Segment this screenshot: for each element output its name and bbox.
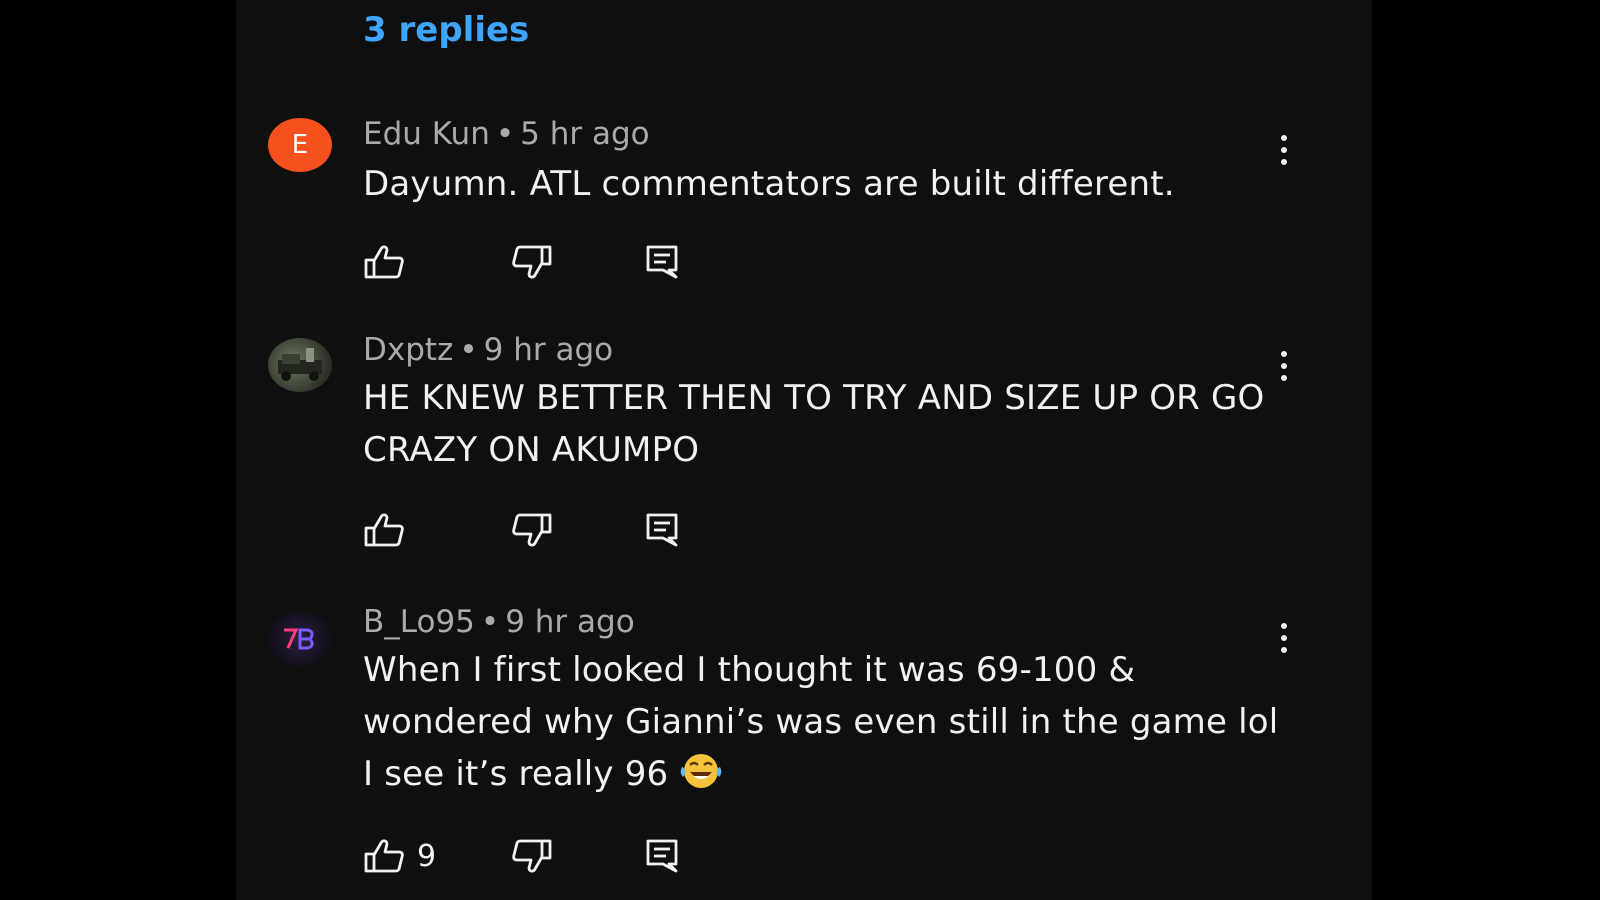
reply-icon bbox=[646, 513, 678, 547]
comment-menu-button[interactable] bbox=[1272, 130, 1296, 170]
thumbs-up-icon bbox=[364, 245, 404, 279]
comment-actions: 9 bbox=[363, 834, 783, 878]
reply-button[interactable] bbox=[645, 508, 679, 552]
dislike-button[interactable] bbox=[511, 240, 553, 284]
comment-time[interactable]: 5 hr ago bbox=[520, 116, 649, 152]
thumbs-down-icon bbox=[512, 839, 552, 873]
comment-meta: Edu Kun • 5 hr ago bbox=[363, 116, 650, 152]
more-vert-icon bbox=[1281, 135, 1287, 165]
comment-time[interactable]: 9 hr ago bbox=[505, 604, 634, 640]
thumbs-up-icon bbox=[364, 839, 404, 873]
comment-time[interactable]: 9 hr ago bbox=[484, 332, 613, 368]
comment-menu-button[interactable] bbox=[1272, 346, 1296, 386]
comment-actions bbox=[363, 240, 783, 284]
comment-text: When I first looked I thought it was 69-… bbox=[363, 644, 1293, 800]
comment-text-content: When I first looked I thought it was 69-… bbox=[363, 650, 1279, 794]
avatar-letter: E bbox=[291, 130, 309, 160]
comment-text: Dayumn. ATL commentators are built diffe… bbox=[363, 164, 1175, 204]
comment-meta: B_Lo95 • 9 hr ago bbox=[363, 604, 635, 640]
thumbs-down-icon bbox=[512, 245, 552, 279]
comment-author[interactable]: B_Lo95 bbox=[363, 604, 475, 640]
avatar-logo-image bbox=[284, 628, 314, 650]
face-with-tears-of-joy-icon bbox=[681, 754, 722, 788]
like-button[interactable] bbox=[363, 508, 417, 552]
like-button[interactable] bbox=[363, 240, 417, 284]
thumbs-up-icon bbox=[364, 513, 404, 547]
more-vert-icon bbox=[1281, 623, 1287, 653]
meta-separator: • bbox=[459, 332, 478, 368]
dislike-button[interactable] bbox=[511, 508, 553, 552]
meta-separator: • bbox=[480, 604, 500, 640]
reply-button[interactable] bbox=[645, 240, 679, 284]
thumbs-down-icon bbox=[512, 513, 552, 547]
like-count: 9 bbox=[417, 838, 437, 874]
comment-item: B_Lo95 • 9 hr ago When I first looked I th… bbox=[236, 604, 1372, 894]
comment-item: E Edu Kun • 5 hr ago Dayumn. ATL commentat… bbox=[236, 112, 1372, 282]
avatar[interactable] bbox=[268, 338, 332, 392]
reply-button[interactable] bbox=[645, 834, 679, 878]
comment-meta: Dxptz • 9 hr ago bbox=[363, 332, 613, 368]
comment-item: Dxptz • 9 hr ago HE KNEW BETTER THEN TO TR… bbox=[236, 332, 1372, 552]
comment-text: HE KNEW BETTER THEN TO TRY AND SIZE UP O… bbox=[363, 378, 1265, 470]
avatar[interactable]: E bbox=[268, 118, 332, 172]
reply-icon bbox=[646, 839, 678, 873]
avatar[interactable] bbox=[268, 612, 332, 666]
avatar-image bbox=[278, 348, 322, 381]
replies-toggle[interactable]: 3 replies bbox=[363, 10, 529, 50]
like-button[interactable]: 9 bbox=[363, 834, 436, 878]
reply-icon bbox=[646, 245, 678, 279]
comment-actions bbox=[363, 508, 783, 552]
comment-author[interactable]: Edu Kun bbox=[363, 116, 490, 152]
comment-author[interactable]: Dxptz bbox=[363, 332, 453, 368]
comment-menu-button[interactable] bbox=[1272, 618, 1296, 658]
dislike-button[interactable] bbox=[511, 834, 553, 878]
more-vert-icon bbox=[1281, 351, 1287, 381]
meta-separator: • bbox=[495, 116, 515, 152]
